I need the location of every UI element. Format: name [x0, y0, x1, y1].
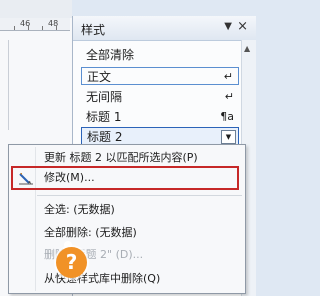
document-top-strip [0, 0, 72, 18]
scroll-up-icon[interactable]: ▲ [244, 44, 250, 53]
style-item-heading-1[interactable]: 标题 1 ¶a [81, 108, 239, 126]
style-item-heading-2[interactable]: 标题 2 ▼ [81, 127, 239, 145]
paragraph-mark-icon: ↵ [223, 70, 233, 83]
menu-item-delete-all[interactable]: 全部删除: (无数据) [9, 223, 245, 243]
close-icon[interactable]: × [237, 19, 248, 34]
menu-item-label: 全选: (无数据) [44, 203, 115, 216]
style-item-label: 正文 [87, 70, 112, 84]
linked-style-icon: ¶a [220, 110, 234, 123]
style-item-clear-all[interactable]: 全部清除 [81, 46, 239, 64]
pane-options-icon[interactable]: ▼ [224, 21, 232, 32]
question-badge-icon: ? [56, 247, 87, 278]
style-item-label: 标题 1 [86, 110, 122, 124]
styles-pane-header: 样式 ▼ × [73, 16, 256, 41]
ruler-tick [28, 26, 29, 30]
menu-item-label: 更新 标题 2 以匹配所选内容(P) [44, 151, 198, 164]
menu-separator [37, 195, 242, 196]
modify-highlight-box [11, 166, 239, 190]
paragraph-mark-icon: ↵ [224, 90, 234, 103]
ruler-tick [42, 26, 43, 30]
menu-item-update-to-match[interactable]: 更新 标题 2 以匹配所选内容(P) [9, 148, 245, 168]
chevron-down-icon[interactable]: ▼ [221, 130, 236, 144]
style-item-no-spacing[interactable]: 无间隔 ↵ [81, 88, 239, 106]
style-item-normal[interactable]: 正文 ↵ [81, 67, 239, 85]
style-item-label: 全部清除 [86, 48, 135, 62]
page-margin-line [8, 40, 9, 130]
styles-pane-title: 样式 [81, 23, 106, 37]
menu-item-select-all[interactable]: 全选: (无数据) [9, 200, 245, 220]
ruler-tick [14, 26, 15, 30]
ruler-tick [56, 26, 57, 30]
style-context-menu: 更新 标题 2 以匹配所选内容(P) 修改(M)... 全选: (无数据) 全部… [8, 144, 246, 294]
horizontal-ruler[interactable]: 46 48 [0, 18, 70, 31]
menu-item-delete-style[interactable]: 删除 "标题 2" (D)... [9, 245, 245, 265]
menu-item-label: 全部删除: (无数据) [44, 226, 137, 239]
style-item-label: 无间隔 [86, 90, 123, 104]
menu-item-remove-from-gallery[interactable]: 从快速样式库中删除(Q) [9, 269, 245, 289]
style-item-label: 标题 2 [87, 130, 123, 144]
